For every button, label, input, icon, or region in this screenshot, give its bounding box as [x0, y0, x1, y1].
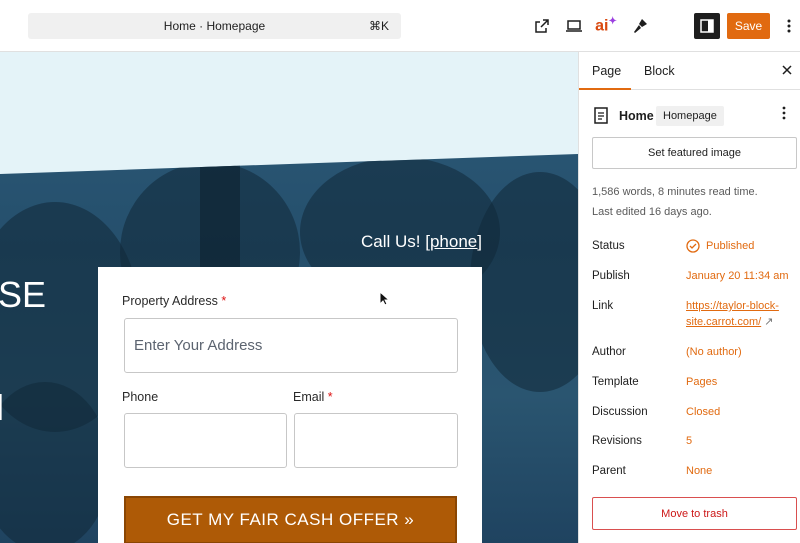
link-label: Link: [592, 300, 614, 312]
settings-sidebar: Page Block Home Homepage Set featured im…: [578, 52, 800, 543]
permalink-line-2[interactable]: site.carrot.com/: [686, 316, 761, 328]
revisions-label: Revisions: [592, 435, 642, 447]
active-tab-indicator: [579, 88, 631, 90]
template-value[interactable]: Pages: [686, 376, 717, 388]
page-icon: [594, 107, 608, 124]
publish-label: Publish: [592, 270, 630, 282]
hero-heading-fragment: l: [0, 387, 4, 429]
revisions-value[interactable]: 5: [686, 435, 692, 447]
set-featured-image-button[interactable]: Set featured image: [592, 137, 797, 169]
status-value[interactable]: Published: [686, 239, 754, 253]
phone-input[interactable]: [124, 413, 287, 468]
get-cash-offer-button[interactable]: GET MY FAIR CASH OFFER »: [124, 496, 457, 543]
discussion-label: Discussion: [592, 406, 648, 418]
permalink-line-1[interactable]: https://taylor-block-: [686, 298, 779, 314]
last-edited: Last edited 16 days ago.: [592, 206, 712, 218]
required-marker: *: [327, 390, 333, 404]
published-check-icon: [686, 239, 700, 253]
status-label: Status: [592, 240, 625, 252]
template-label: Template: [592, 376, 639, 388]
mouse-cursor-icon: [379, 291, 389, 306]
view-page-icon[interactable]: [530, 14, 554, 38]
save-button[interactable]: Save: [727, 13, 770, 39]
address-label: Property Address *: [122, 294, 226, 308]
settings-sidebar-toggle[interactable]: [694, 13, 720, 39]
address-label-text: Property Address: [122, 294, 218, 308]
email-label: Email *: [293, 390, 333, 404]
sidebar-panel-icon: [700, 19, 714, 33]
phone-link[interactable]: [phone]: [425, 232, 482, 251]
parent-label: Parent: [592, 465, 626, 477]
editor-toolbar: Home · Homepage ⌘K ai✦ Save: [0, 0, 800, 52]
ai-assistant-icon[interactable]: ai✦: [594, 14, 618, 38]
editor-canvas[interactable]: SE l Call Us! [phone] Property Address *…: [0, 52, 578, 543]
ai-label: ai: [595, 17, 609, 35]
command-shortcut: ⌘K: [368, 19, 389, 33]
address-input[interactable]: Enter Your Address: [124, 318, 458, 373]
parent-value[interactable]: None: [686, 465, 712, 477]
call-us-prefix: Call Us!: [361, 232, 426, 251]
command-palette-bar[interactable]: Home · Homepage ⌘K: [28, 13, 401, 39]
publish-date[interactable]: January 20 11:34 am: [686, 270, 789, 282]
document-summary: Home Homepage: [593, 106, 793, 126]
call-us-text: Call Us! [phone]: [361, 232, 482, 252]
homepage-badge: Homepage: [656, 106, 724, 126]
address-placeholder: Enter Your Address: [134, 337, 263, 354]
status-value-text: Published: [706, 240, 755, 252]
options-menu-icon[interactable]: [781, 14, 797, 38]
phone-label: Phone: [122, 390, 159, 404]
author-label: Author: [592, 346, 626, 358]
document-actions-icon[interactable]: [782, 106, 786, 120]
email-label-text: Email: [293, 390, 325, 404]
device-preview-icon[interactable]: [562, 14, 586, 38]
external-link-icon: ↗: [764, 316, 774, 328]
styles-brush-icon[interactable]: [628, 14, 652, 38]
author-value[interactable]: (No author): [686, 346, 742, 358]
tab-block[interactable]: Block: [644, 64, 675, 78]
close-icon[interactable]: [779, 62, 795, 78]
hero-heading-fragment: SE: [0, 274, 47, 315]
permalink[interactable]: https://taylor-block- site.carrot.com/ ↗: [686, 298, 779, 330]
tab-page[interactable]: Page: [592, 64, 621, 78]
cash-offer-form: Property Address * Enter Your Address Ph…: [98, 267, 482, 543]
email-input[interactable]: [294, 413, 458, 468]
move-to-trash-button[interactable]: Move to trash: [592, 497, 797, 530]
sidebar-tabs: Page Block: [579, 52, 800, 90]
required-marker: *: [221, 294, 227, 308]
word-count: 1,586 words, 8 minutes read time.: [592, 186, 758, 198]
discussion-value[interactable]: Closed: [686, 406, 720, 418]
document-title-label: Home: [619, 109, 654, 123]
document-title: Home · Homepage: [163, 19, 266, 33]
